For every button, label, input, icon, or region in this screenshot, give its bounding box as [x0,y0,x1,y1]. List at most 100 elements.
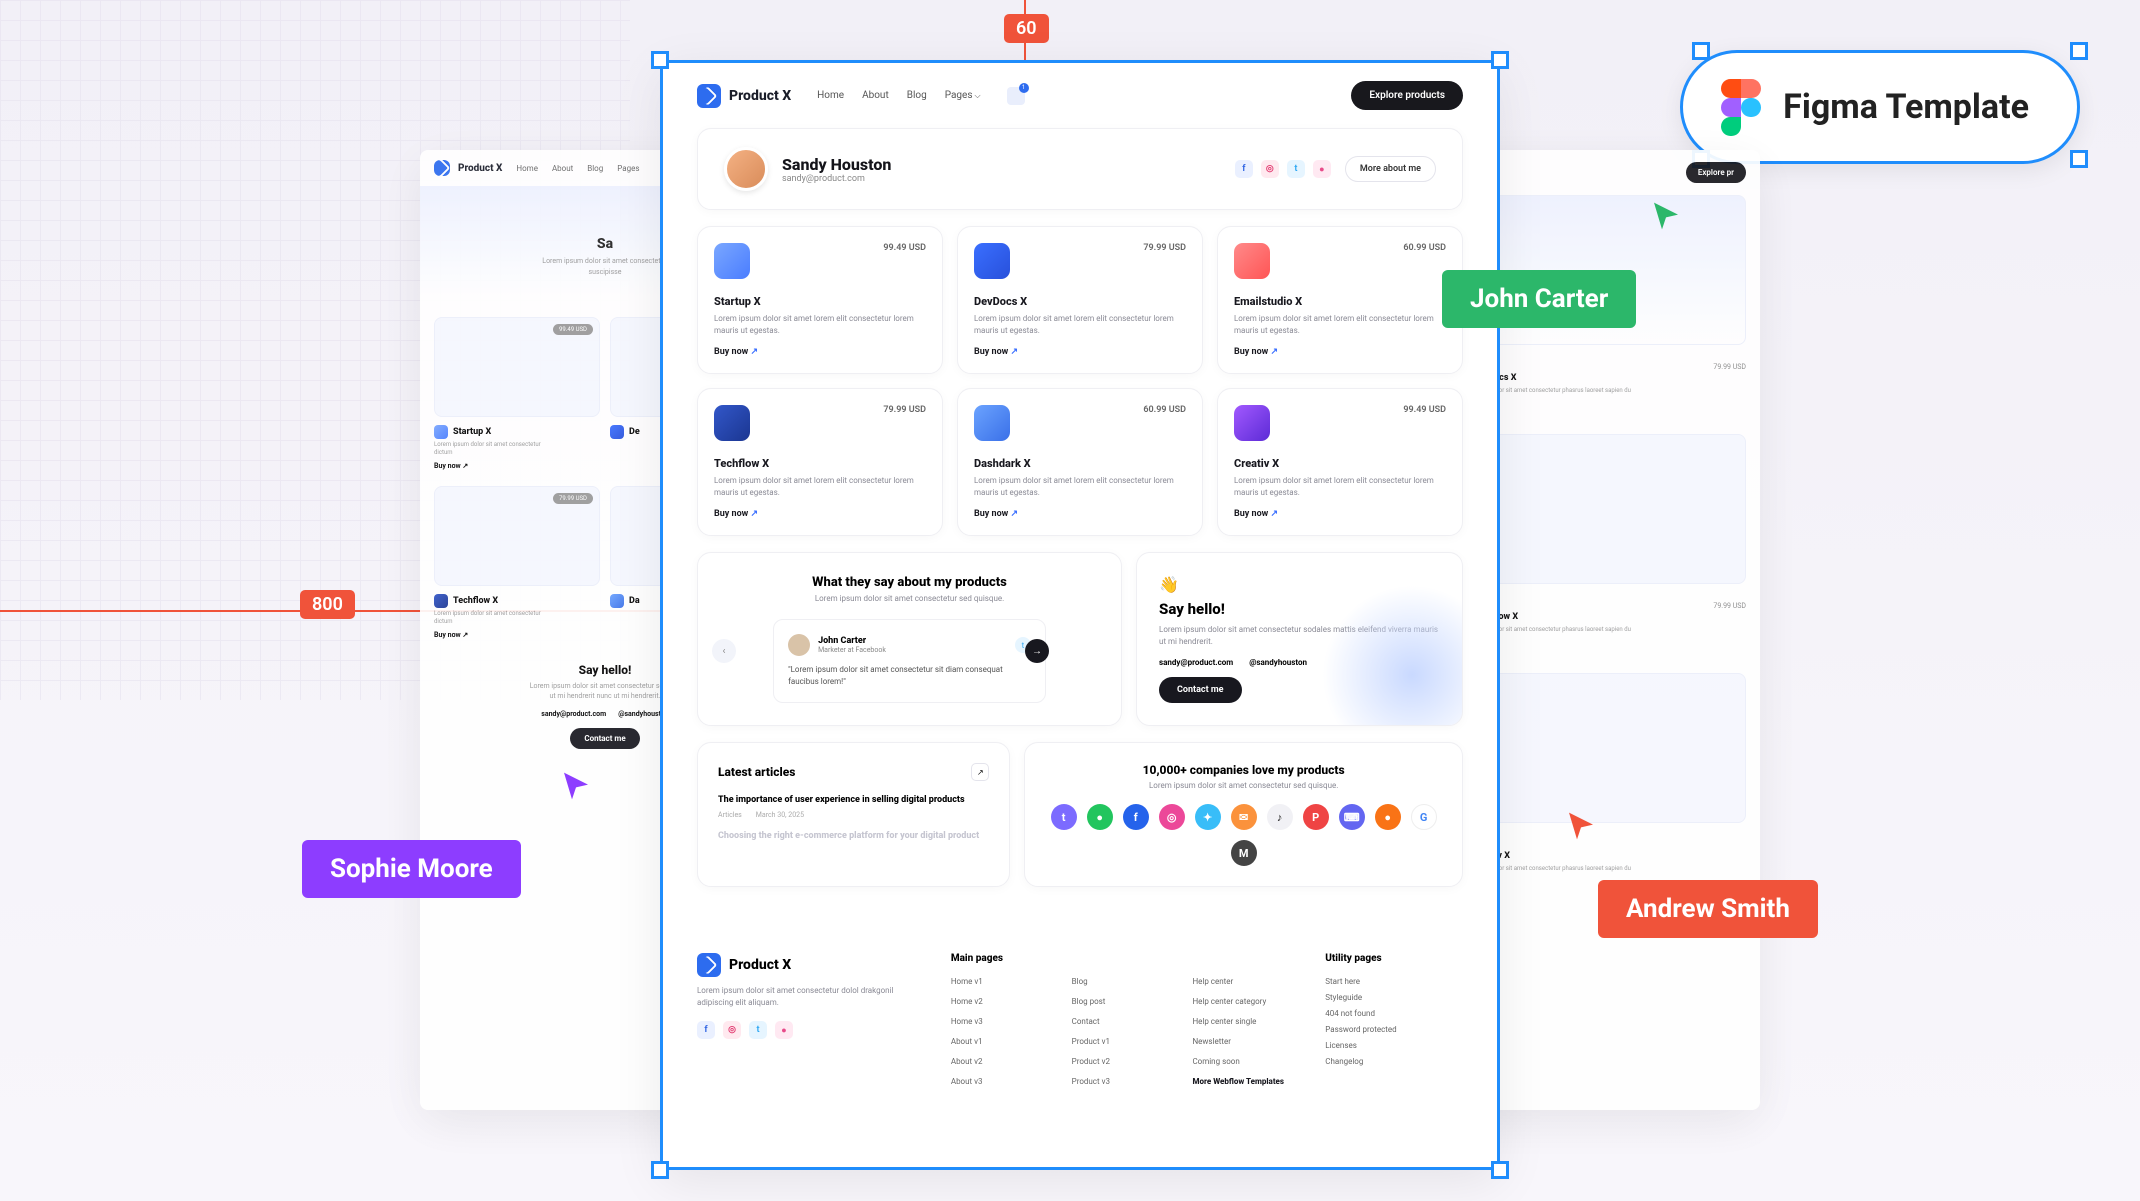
footer-link[interactable]: Product v2 [1072,1054,1175,1070]
footer-link[interactable]: Blog [1072,974,1175,990]
company-logo-icon: P [1303,804,1329,830]
selection-handle[interactable] [2070,42,2088,60]
companies-title: 10,000+ companies love my products [1045,763,1442,777]
hello-email[interactable]: sandy@product.com [1159,658,1233,667]
selection-handle[interactable] [2070,150,2088,168]
selection-handle[interactable] [1491,51,1509,69]
footer-link[interactable]: Product v1 [1072,1034,1175,1050]
buy-now-link[interactable]: Buy now [1234,347,1446,357]
testimonial-next-button[interactable]: → [1025,639,1049,663]
footer-link[interactable]: Help center single [1192,1014,1295,1030]
footer-link[interactable]: Coming soon [1192,1054,1295,1070]
selection-handle[interactable] [1692,42,1710,60]
nav-blog[interactable]: Blog [907,90,927,101]
cursor-andrew [1565,810,1597,842]
footer-link[interactable]: Contact [1072,1014,1175,1030]
cursor-john [1650,200,1682,232]
distance-badge-left: 800 [300,590,355,619]
twitter-icon[interactable]: t [749,1021,767,1039]
testimonial-avatar [788,634,810,656]
article-item[interactable]: Choosing the right e-commerce platform f… [718,831,989,843]
article-item[interactable]: The importance of user experience in sel… [718,795,989,819]
product-price: 99.49 USD [1403,405,1446,415]
footer-link[interactable]: Newsletter [1192,1034,1295,1050]
footer-link[interactable]: Help center category [1192,994,1295,1010]
selection-handle[interactable] [1491,1161,1509,1179]
buy-now-link[interactable]: Buy now [714,509,926,519]
buy-now-link[interactable]: Buy now [1234,509,1446,519]
footer-link[interactable]: 404 not found [1325,1006,1463,1022]
footer-link[interactable]: Help center [1192,974,1295,990]
footer-link[interactable]: Home v1 [951,974,1054,990]
footer-link[interactable]: About v2 [951,1054,1054,1070]
company-logo-icon: G [1411,804,1437,830]
articles-link-icon[interactable]: ↗ [971,763,989,781]
company-logo-icon: f [1123,804,1149,830]
hello-handle[interactable]: @sandyhouston [1249,658,1307,667]
product-title: Emailstudio X [1234,295,1446,308]
footer-link[interactable]: Product v3 [1072,1074,1175,1090]
brand-label: Product X [729,88,791,104]
nav-about[interactable]: About [862,90,889,101]
product-card[interactable]: 79.99 USD Techflow X Lorem ipsum dolor s… [697,388,943,536]
product-card[interactable]: 99.49 USD Startup X Lorem ipsum dolor si… [697,226,943,374]
footer-link[interactable]: Styleguide [1325,990,1463,1006]
footer-link[interactable]: Changelog [1325,1054,1463,1070]
selection-handle[interactable] [651,1161,669,1179]
footer-link[interactable]: About v1 [951,1034,1054,1050]
hello-card: 👋 Say hello! Lorem ipsum dolor sit amet … [1136,552,1463,726]
figma-template-pill[interactable]: Figma Template [1680,50,2080,164]
contact-button[interactable]: Contact me [1159,677,1242,703]
main-artboard[interactable]: Product X Home About Blog Pages Explore … [660,60,1500,1170]
brand[interactable]: Product X [697,84,791,108]
footer-link[interactable]: Home v3 [951,1014,1054,1030]
profile-name: Sandy Houston [782,155,891,174]
twitter-icon[interactable]: t [1287,160,1305,178]
facebook-icon[interactable]: f [1235,160,1253,178]
more-about-button[interactable]: More about me [1345,156,1436,182]
figma-logo-icon [1721,79,1761,135]
instagram-icon[interactable]: ◎ [723,1021,741,1039]
product-grid: 99.49 USD Startup X Lorem ipsum dolor si… [697,226,1463,536]
product-icon [974,243,1010,279]
instagram-icon[interactable]: ◎ [1261,160,1279,178]
footer-link[interactable]: Blog post [1072,994,1175,1010]
product-price: 60.99 USD [1403,243,1446,253]
buy-now-link[interactable]: Buy now [714,347,926,357]
testimonial-name: John Carter [818,636,886,646]
product-card[interactable]: 60.99 USD Emailstudio X Lorem ipsum dolo… [1217,226,1463,374]
footer-brand[interactable]: Product X [697,953,921,977]
product-card[interactable]: 99.49 USD Creativ X Lorem ipsum dolor si… [1217,388,1463,536]
explore-products-button[interactable]: Explore products [1351,81,1463,110]
company-logo-icon: t [1051,804,1077,830]
company-logo-icon: M [1231,840,1257,866]
nav-home[interactable]: Home [817,90,844,101]
footer-link[interactable]: Start here [1325,974,1463,990]
product-desc: Lorem ipsum dolor sit amet lorem elit co… [974,313,1186,337]
dribbble-icon[interactable]: ● [1313,160,1331,178]
cursor-label-andrew: Andrew Smith [1598,880,1818,938]
product-title: DevDocs X [974,295,1186,308]
testimonial-prev-button[interactable]: ‹ [712,639,736,663]
product-card[interactable]: 79.99 USD DevDocs X Lorem ipsum dolor si… [957,226,1203,374]
buy-now-link[interactable]: Buy now [974,509,1186,519]
footer: Product X Lorem ipsum dolor sit amet con… [663,931,1497,1090]
cursor-label-john: John Carter [1442,270,1636,328]
nav-pages[interactable]: Pages [945,90,981,101]
buy-now-link[interactable]: Buy now [974,347,1186,357]
selection-handle[interactable] [651,51,669,69]
facebook-icon[interactable]: f [697,1021,715,1039]
articles-title: Latest articles [718,765,795,779]
footer-link[interactable]: More Webflow Templates [1192,1074,1295,1090]
product-card[interactable]: 60.99 USD Dashdark X Lorem ipsum dolor s… [957,388,1203,536]
dribbble-icon[interactable]: ● [775,1021,793,1039]
navbar: Product X Home About Blog Pages Explore … [663,63,1497,128]
company-logo-icon: ♪ [1267,804,1293,830]
cart-icon[interactable] [1007,87,1025,105]
footer-link[interactable]: Licenses [1325,1038,1463,1054]
footer-link[interactable]: Home v2 [951,994,1054,1010]
companies-sub: Lorem ipsum dolor sit amet consectetur s… [1045,781,1442,790]
footer-link[interactable]: Password protected [1325,1022,1463,1038]
product-title: Techflow X [714,457,926,470]
footer-link[interactable]: About v3 [951,1074,1054,1090]
